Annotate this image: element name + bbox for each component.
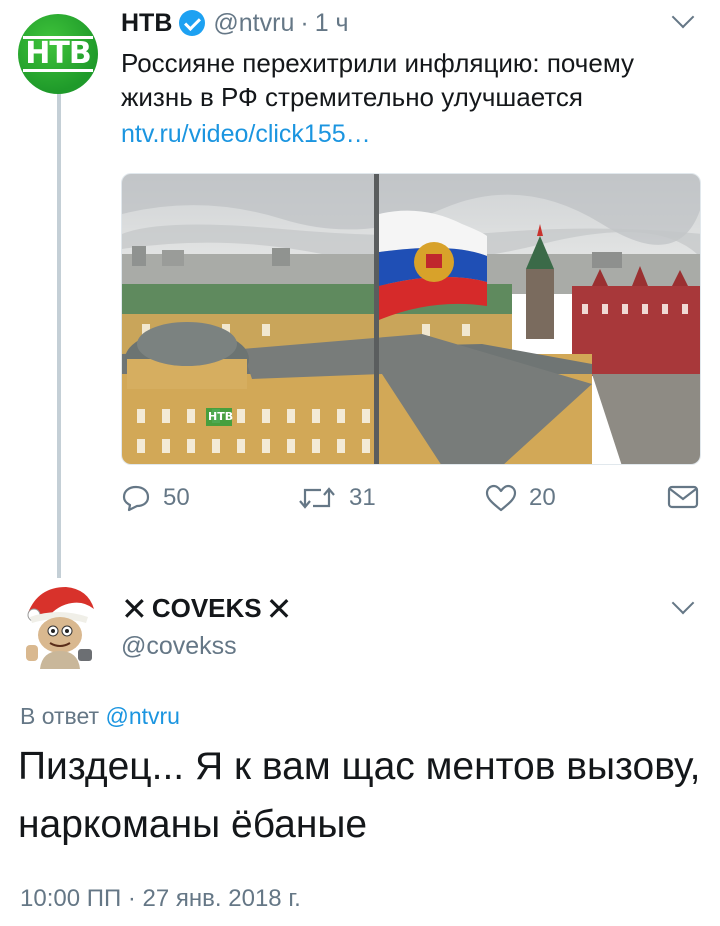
thread-line [57,92,61,578]
verified-icon [179,10,206,36]
separator-dot: · [300,8,309,37]
reply-prefix: В ответ [20,703,100,729]
reply-count: 50 [163,484,190,511]
retweet-count: 31 [349,484,376,511]
author-name[interactable]: ✕ COVEKS ✕ [121,590,293,627]
like-button[interactable]: 20 [485,484,556,512]
tweet-link[interactable]: ntv.ru/video/click155… [121,120,371,149]
tweet-actions: 50 31 20 [121,484,701,524]
author-name-text: COVEKS [151,593,262,623]
author-handle[interactable]: @covekss [121,632,237,661]
reply-mention-link[interactable]: @ntvru [105,703,179,729]
like-icon [485,484,517,512]
tweet-text: Пиздец... Я к вам щас ментов вызову, нар… [18,745,701,846]
avatar-ntv[interactable]: НТВ [18,14,98,94]
tweet-time[interactable]: 1 ч [315,9,349,38]
like-count: 20 [529,484,556,511]
reply-icon [122,485,150,512]
media-watermark: НТВ [208,410,234,423]
direct-message-button[interactable] [667,484,711,510]
retweet-button[interactable]: 31 [297,484,376,512]
reply-button[interactable]: 50 [121,484,190,512]
chevron-down-icon[interactable] [671,5,695,29]
name-decoration-left: ✕ [121,590,148,627]
tweet-header: НТВ @ntvru · 1 ч [121,8,349,38]
reply-context: В ответ @ntvru [20,703,180,730]
retweet-icon [299,487,335,509]
chevron-down-icon[interactable] [671,591,695,615]
tweet-timestamp[interactable]: 10:00 ПП · 27 янв. 2018 г. [20,885,301,913]
tweet-text: Россияне перехитрили инфляцию: почему жи… [121,48,634,112]
author-handle[interactable]: @ntvru [213,9,294,38]
author-name[interactable]: НТВ [121,9,172,38]
direct-message-icon [667,485,699,509]
name-decoration-right: ✕ [265,590,293,627]
ntv-logo: НТВ [23,36,93,72]
tweet-media-image[interactable]: НТВ [121,173,701,465]
avatar-user[interactable] [18,583,98,669]
